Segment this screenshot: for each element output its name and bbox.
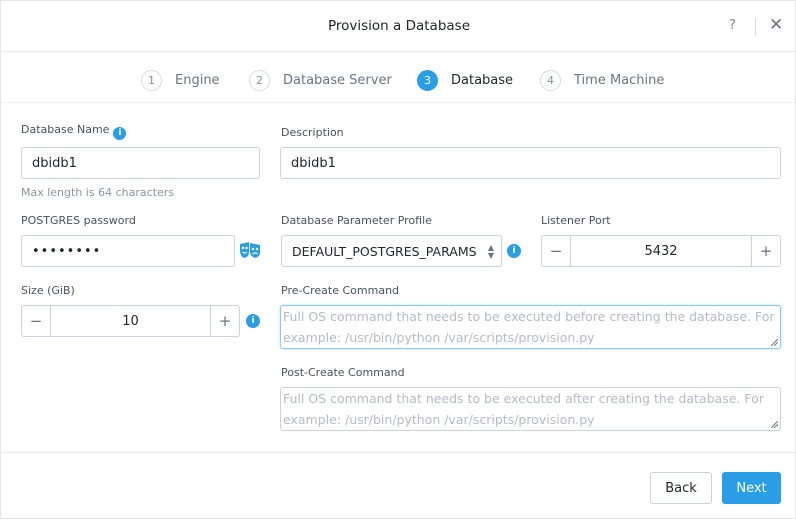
description-input[interactable]: dbidb1 bbox=[280, 147, 781, 179]
postgres-password-input[interactable]: •••••••• bbox=[21, 235, 235, 267]
info-icon[interactable]: i bbox=[246, 314, 260, 328]
step-number: 2 bbox=[249, 69, 270, 91]
next-button[interactable]: Next bbox=[722, 472, 781, 504]
resize-grip-icon[interactable] bbox=[771, 421, 778, 428]
step-label: Time Machine bbox=[574, 72, 665, 88]
decrement-button[interactable]: − bbox=[22, 306, 51, 336]
provision-database-dialog: Provision a Database ? ✕ 1 Engine 2 Data… bbox=[0, 0, 796, 519]
postgres-password-label: POSTGRES password bbox=[21, 214, 136, 227]
pre-create-label: Pre-Create Command bbox=[281, 284, 400, 297]
step-database[interactable]: 3 Database bbox=[417, 69, 513, 91]
increment-button[interactable]: + bbox=[210, 306, 239, 336]
description-label: Description bbox=[281, 126, 344, 139]
post-create-placeholder: Full OS command that needs to be execute… bbox=[283, 391, 764, 427]
decrement-button[interactable]: − bbox=[542, 236, 571, 266]
parameter-profile-label: Database Parameter Profile bbox=[281, 214, 432, 227]
database-name-label: Database Name i bbox=[21, 123, 127, 140]
pre-create-textarea[interactable]: Full OS command that needs to be execute… bbox=[280, 305, 781, 349]
step-number: 1 bbox=[141, 69, 162, 91]
select-arrows-icon: ▲ ▼ bbox=[487, 243, 494, 260]
listener-port-value[interactable]: 5432 bbox=[571, 236, 751, 266]
database-name-input[interactable]: dbidb1 bbox=[21, 147, 260, 179]
step-label: Engine bbox=[175, 72, 220, 88]
step-label: Database bbox=[451, 72, 514, 88]
increment-button[interactable]: + bbox=[751, 236, 780, 266]
parameter-profile-value: DEFAULT_POSTGRES_PARAMS bbox=[292, 243, 477, 259]
dialog-footer: Back Next bbox=[1, 452, 796, 520]
post-create-textarea[interactable]: Full OS command that needs to be execute… bbox=[280, 387, 781, 431]
step-number: 3 bbox=[417, 69, 438, 91]
password-value: •••••••• bbox=[32, 243, 102, 259]
help-icon[interactable]: ? bbox=[729, 18, 736, 33]
step-database-server[interactable]: 2 Database Server bbox=[249, 69, 392, 91]
dialog-header: Provision a Database ? ✕ bbox=[1, 1, 796, 52]
close-icon[interactable]: ✕ bbox=[769, 15, 783, 35]
back-button[interactable]: Back bbox=[650, 472, 712, 504]
resize-grip-icon[interactable] bbox=[771, 339, 778, 346]
dialog-title: Provision a Database bbox=[327, 18, 471, 34]
size-label: Size (GiB) bbox=[21, 284, 75, 297]
step-time-machine[interactable]: 4 Time Machine bbox=[540, 69, 664, 91]
info-icon[interactable]: i bbox=[113, 127, 127, 140]
header-divider bbox=[755, 18, 756, 36]
step-label: Database Server bbox=[283, 72, 392, 88]
step-number: 4 bbox=[540, 69, 561, 91]
database-name-label-text: Database Name bbox=[21, 123, 110, 136]
info-icon[interactable]: i bbox=[507, 244, 521, 258]
parameter-profile-select[interactable]: DEFAULT_POSTGRES_PARAMS ▲ ▼ bbox=[281, 235, 502, 267]
database-name-hint: Max length is 64 characters bbox=[21, 186, 174, 199]
size-stepper: − 10 + bbox=[21, 305, 240, 337]
pre-create-placeholder: Full OS command that needs to be execute… bbox=[283, 309, 775, 345]
post-create-label: Post-Create Command bbox=[281, 366, 405, 379]
size-value[interactable]: 10 bbox=[51, 306, 210, 336]
show-password-mask-icon[interactable] bbox=[239, 241, 261, 259]
step-engine[interactable]: 1 Engine bbox=[141, 69, 220, 91]
wizard-steps: 1 Engine 2 Database Server 3 Database 4 … bbox=[1, 52, 796, 103]
listener-port-stepper: − 5432 + bbox=[541, 235, 781, 267]
listener-port-label: Listener Port bbox=[541, 214, 611, 227]
